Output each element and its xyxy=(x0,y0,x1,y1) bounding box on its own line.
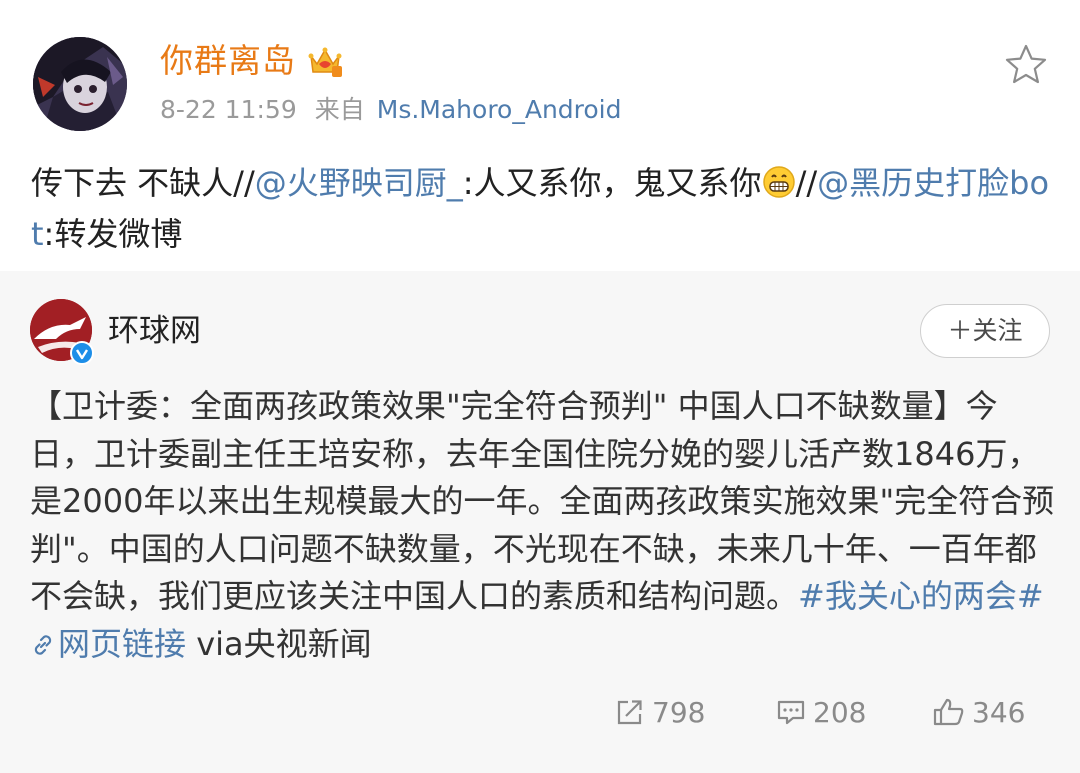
post-time: 8-22 11:59 xyxy=(160,95,297,124)
user-avatar[interactable] xyxy=(33,37,127,131)
user-name[interactable]: 你群离岛 xyxy=(160,38,296,84)
weibo-post: 你群离岛 8-22 11:59 来自 Ms.Mahoro_Android 传下去 不… xyxy=(0,0,1080,271)
repost-count: 798 xyxy=(652,695,706,729)
topic-link[interactable]: #我关心的两会# xyxy=(798,577,1044,615)
comment-icon xyxy=(777,700,805,725)
post-text-part: :转发微博 xyxy=(43,215,183,253)
thumbs-up-icon xyxy=(933,698,964,726)
action-bar: 798 208 346 xyxy=(0,692,1080,732)
star-icon[interactable] xyxy=(1003,42,1049,88)
web-link[interactable]: 网页链接 xyxy=(58,625,186,663)
verified-icon xyxy=(70,341,94,365)
comment-count: 208 xyxy=(813,695,867,729)
like-button[interactable]: 346 xyxy=(932,692,1025,732)
post-text-part: // xyxy=(795,164,818,202)
repost-icon xyxy=(617,700,642,725)
post-meta: 8-22 11:59 来自 Ms.Mahoro_Android xyxy=(160,92,622,128)
from-label: 来自 xyxy=(314,95,365,124)
via-text: via央视新闻 xyxy=(186,624,372,663)
like-count: 346 xyxy=(972,695,1026,729)
follow-button[interactable]: ＋关注 xyxy=(920,304,1050,358)
crown-badge-icon[interactable] xyxy=(306,42,344,80)
retweet-author-name[interactable]: 环球网 xyxy=(108,309,201,353)
retweet-text: 【卫计委：全面两孩政策效果"完全符合预判" 中国人口不缺数量】今日，卫计委副主任… xyxy=(30,383,1055,668)
retweet-card[interactable]: 环球网 ＋关注 【卫计委：全面两孩政策效果"完全符合预判" 中国人口不缺数量】今… xyxy=(0,271,1080,773)
grin-emoji-icon xyxy=(762,166,795,198)
repost-button[interactable]: 798 xyxy=(614,692,705,732)
mention-link[interactable]: @火野映司厨_ xyxy=(255,164,463,202)
post-text: 传下去 不缺人//@火野映司厨_:人又系你，鬼又系你 //@黑历史打脸bot:转… xyxy=(31,158,1051,260)
user-name-row: 你群离岛 xyxy=(160,38,344,84)
comment-button[interactable]: 208 xyxy=(775,692,866,732)
post-text-part: :人又系你，鬼又系你 xyxy=(462,164,762,202)
link-icon[interactable] xyxy=(30,632,56,658)
post-text-part: 传下去 不缺人// xyxy=(31,164,255,202)
post-source[interactable]: Ms.Mahoro_Android xyxy=(377,95,622,124)
